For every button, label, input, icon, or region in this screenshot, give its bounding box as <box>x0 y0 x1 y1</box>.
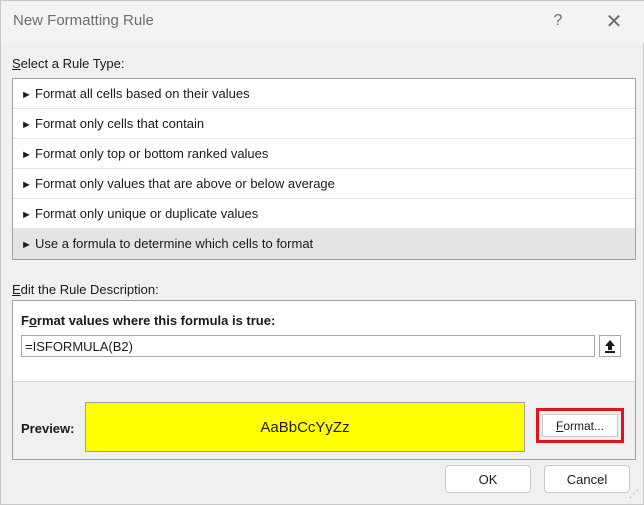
collapse-dialog-button[interactable] <box>599 335 621 357</box>
arrow-right-icon: ► <box>21 209 32 221</box>
preview-swatch: AaBbCcYyZz <box>85 402 525 452</box>
rule-type-item-label: Format only unique or duplicate values <box>35 206 259 221</box>
arrow-right-icon: ► <box>21 239 32 251</box>
ok-button[interactable]: OK <box>445 465 531 493</box>
preview-label: Preview: <box>21 421 75 436</box>
arrow-right-icon: ► <box>21 89 32 101</box>
resize-grip-icon[interactable]: ⋰ <box>629 489 641 501</box>
new-formatting-rule-dialog: New Formatting Rule ? ✕ Select a Rule Ty… <box>0 0 644 505</box>
rule-type-item-use-formula[interactable]: ► Use a formula to determine which cells … <box>13 229 635 259</box>
help-button[interactable]: ? <box>546 9 570 33</box>
formula-section: Format values where this formula is true… <box>13 301 635 382</box>
cancel-button[interactable]: Cancel <box>544 465 630 493</box>
rule-type-item-label: Format only top or bottom ranked values <box>35 146 269 161</box>
rule-type-item-above-below-average[interactable]: ► Format only values that are above or be… <box>13 169 635 199</box>
rule-type-label: Select a Rule Type: <box>12 56 125 71</box>
rule-type-item-all-cells[interactable]: ► Format all cells based on their values <box>13 79 635 109</box>
rule-type-item-label: Use a formula to determine which cells t… <box>35 236 314 251</box>
upload-arrow-icon <box>605 340 615 353</box>
arrow-right-icon: ► <box>21 149 32 161</box>
formula-input[interactable] <box>21 335 595 357</box>
rule-type-item-label: Format all cells based on their values <box>35 86 250 101</box>
rule-type-list[interactable]: ► Format all cells based on their values … <box>12 78 636 260</box>
arrow-right-icon: ► <box>21 119 32 131</box>
formula-heading: Format values where this formula is true… <box>21 313 276 328</box>
rule-type-item-unique-duplicate[interactable]: ► Format only unique or duplicate values <box>13 199 635 229</box>
rule-type-item-cells-that-contain[interactable]: ► Format only cells that contain <box>13 109 635 139</box>
rule-description-label: Edit the Rule Description: <box>12 282 159 297</box>
dialog-title: New Formatting Rule <box>13 12 154 29</box>
close-button[interactable]: ✕ <box>602 9 626 33</box>
rule-type-item-top-bottom[interactable]: ► Format only top or bottom ranked values <box>13 139 635 169</box>
rule-type-item-label: Format only values that are above or bel… <box>35 176 335 191</box>
format-button[interactable]: Format... <box>542 414 618 437</box>
arrow-right-icon: ► <box>21 179 32 191</box>
rule-type-item-label: Format only cells that contain <box>35 116 205 131</box>
rule-description-panel: Format values where this formula is true… <box>12 300 636 460</box>
title-bar: New Formatting Rule ? ✕ <box>1 1 644 43</box>
